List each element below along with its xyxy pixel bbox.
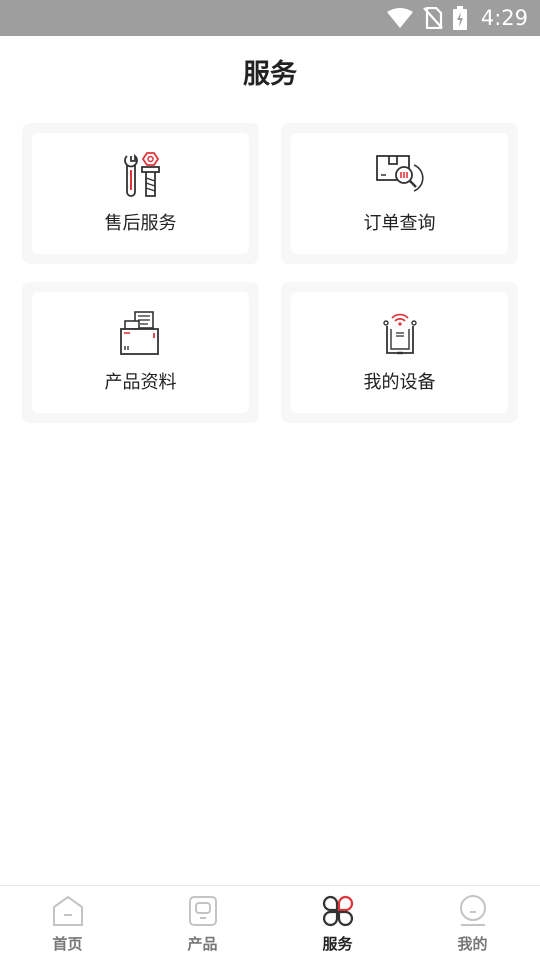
wifi-icon [386, 8, 413, 28]
nav-label: 产品 [187, 935, 218, 953]
page-title: 服务 [243, 58, 297, 90]
battery-charging-icon [452, 6, 467, 30]
service-label: 订单查询 [363, 213, 436, 234]
product-icon [187, 895, 219, 931]
service-card-order-query[interactable]: 订单查询 [291, 133, 508, 254]
service-card-my-device[interactable]: 我的设备 [291, 292, 508, 413]
service-label: 产品资料 [104, 372, 177, 393]
nav-item-profile[interactable]: 我的 [405, 886, 540, 960]
tools-icon [116, 151, 166, 199]
my-device-icon [375, 310, 425, 358]
status-bar: 4:29 [0, 0, 540, 36]
nav-label: 我的 [457, 935, 488, 953]
nav-label: 首页 [52, 935, 83, 953]
service-icon [322, 895, 354, 931]
status-time: 4:29 [480, 6, 528, 30]
nav-label: 服务 [322, 935, 353, 953]
service-label: 我的设备 [363, 372, 436, 393]
profile-icon [457, 895, 489, 931]
home-icon [52, 895, 84, 931]
service-card-product-docs[interactable]: 产品资料 [32, 292, 249, 413]
nav-item-product[interactable]: 产品 [135, 886, 270, 960]
service-card-order-query-outer: 订单查询 [281, 123, 518, 264]
order-search-icon [375, 151, 425, 199]
service-card-product-docs-outer: 产品资料 [22, 282, 259, 423]
nav-item-service[interactable]: 服务 [270, 886, 405, 960]
service-label: 售后服务 [104, 213, 177, 234]
service-card-after-sales[interactable]: 售后服务 [32, 133, 249, 254]
service-card-my-device-outer: 我的设备 [281, 282, 518, 423]
nav-item-home[interactable]: 首页 [0, 886, 135, 960]
bottom-nav: 首页 产品 服务 我的 [0, 885, 540, 960]
product-docs-icon [116, 310, 166, 358]
no-sim-icon [423, 7, 443, 29]
service-card-after-sales-outer: 售后服务 [22, 123, 259, 264]
